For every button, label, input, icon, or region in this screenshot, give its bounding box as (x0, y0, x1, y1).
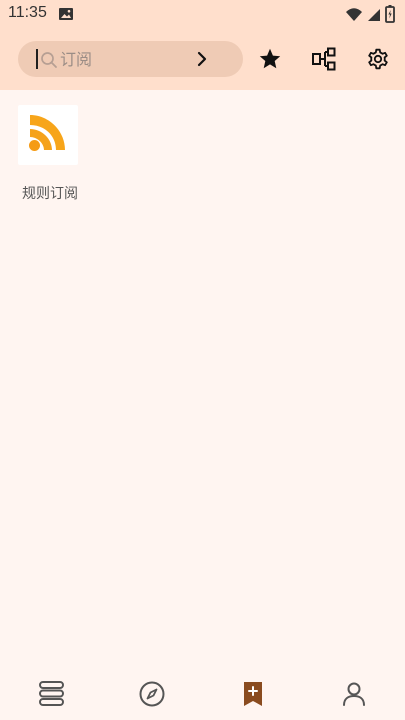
source-icon-box (18, 105, 78, 165)
signal-icon (367, 7, 381, 26)
wifi-icon (345, 7, 363, 26)
person-icon[interactable] (338, 678, 370, 710)
bottom-navigation (0, 669, 405, 720)
status-time: 11:35 (8, 4, 47, 21)
star-icon[interactable] (256, 45, 284, 73)
rss-source-grid: 规则订阅 (0, 90, 405, 670)
top-bar (0, 28, 405, 90)
image-icon (58, 6, 74, 26)
rss-source-item[interactable]: 规则订阅 (18, 105, 88, 203)
group-icon[interactable] (310, 45, 338, 73)
search-icon (40, 51, 58, 73)
text-cursor (36, 49, 38, 69)
status-bar: 11:35 (0, 0, 405, 28)
source-label: 规则订阅 (22, 186, 78, 202)
gear-icon[interactable] (364, 45, 392, 73)
battery-icon (385, 5, 395, 27)
search-input[interactable] (60, 48, 200, 70)
rss-icon (28, 113, 68, 157)
search-box[interactable] (18, 41, 243, 77)
rss-bookmark-icon[interactable] (237, 678, 269, 710)
compass-icon[interactable] (136, 678, 168, 710)
chevron-right-icon[interactable] (195, 51, 209, 71)
bookshelf-icon[interactable] (36, 678, 68, 710)
status-icons (345, 5, 395, 27)
